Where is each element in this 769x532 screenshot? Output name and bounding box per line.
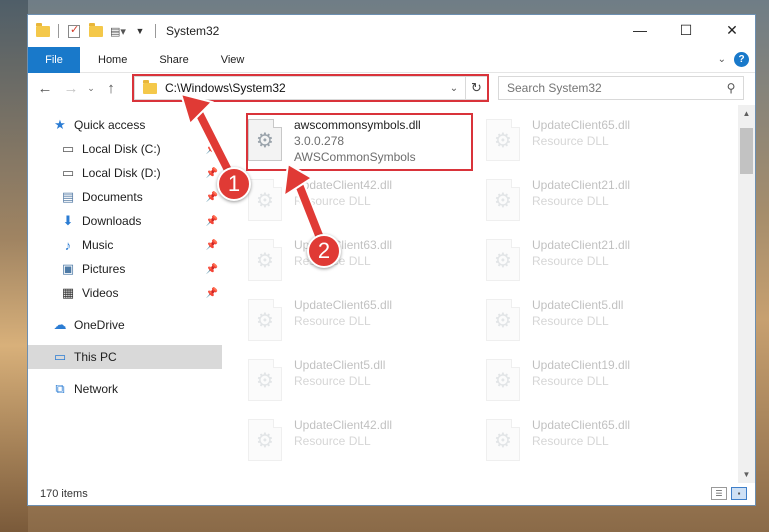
callout-badge-1: 1: [217, 167, 251, 201]
callout-badge-2: 2: [307, 234, 341, 268]
callout-arrows: [179, 92, 328, 249]
